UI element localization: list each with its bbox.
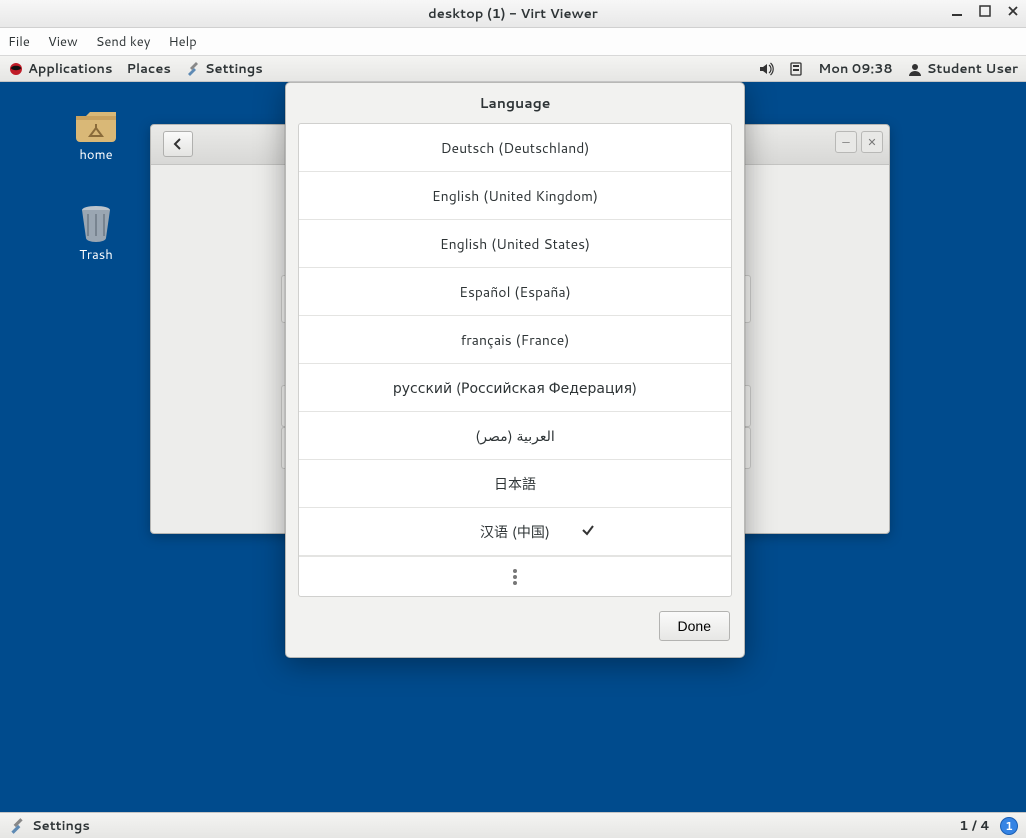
places-menu[interactable]: Places xyxy=(126,60,170,78)
desktop-icon-trash-label: Trash xyxy=(56,246,136,264)
virt-viewer-titlebar: desktop (1) - Virt Viewer xyxy=(0,0,1026,28)
desktop: home Trash — ✕ Language Deutsch (Deutsch… xyxy=(0,82,1026,812)
check-icon xyxy=(581,522,595,542)
language-option-francais[interactable]: français (France) xyxy=(299,316,731,364)
window-close-button[interactable] xyxy=(1006,4,1020,18)
language-option-english-uk[interactable]: English (United Kingdom) xyxy=(299,172,731,220)
ellipsis-icon xyxy=(513,575,517,579)
battery-indicator[interactable] xyxy=(788,61,804,77)
redhat-icon xyxy=(8,61,24,77)
clock[interactable]: Mon 09:38 xyxy=(818,60,893,78)
language-dialog: Language Deutsch (Deutschland) English (… xyxy=(285,82,745,658)
desktop-icon-home-label: home xyxy=(56,146,136,164)
desktop-icon-home[interactable]: home xyxy=(56,102,136,164)
language-option-chinese[interactable]: 汉语 (中国) xyxy=(299,508,731,556)
taskbar-item-label: Settings xyxy=(32,817,90,835)
language-option-english-us[interactable]: English (United States) xyxy=(299,220,731,268)
applications-label: Applications xyxy=(28,60,112,78)
volume-icon xyxy=(758,61,774,77)
workspace-indicator[interactable]: 1 xyxy=(1000,817,1018,835)
menu-view[interactable]: View xyxy=(48,33,78,51)
more-languages-button[interactable] xyxy=(299,556,731,596)
chevron-left-icon xyxy=(171,137,185,151)
language-list: Deutsch (Deutschland) English (United Ki… xyxy=(298,123,732,597)
settings-app-menu[interactable]: Settings xyxy=(185,60,263,78)
taskbar-item-settings[interactable]: Settings xyxy=(8,817,90,835)
user-menu[interactable]: Student User xyxy=(907,60,1018,78)
settings-app-label: Settings xyxy=(205,60,263,78)
window-maximize-button[interactable] xyxy=(978,4,992,18)
language-option-arabic[interactable]: العربية (مصر) xyxy=(299,412,731,460)
language-option-russian[interactable]: русский (Российская Федерация) xyxy=(299,364,731,412)
virt-viewer-title: desktop (1) - Virt Viewer xyxy=(428,5,598,23)
virt-viewer-menubar: File View Send key Help xyxy=(0,28,1026,56)
volume-indicator[interactable] xyxy=(758,61,774,77)
back-button[interactable] xyxy=(163,131,193,157)
language-option-deutsch[interactable]: Deutsch (Deutschland) xyxy=(299,124,731,172)
trash-icon xyxy=(72,202,120,242)
workspace-label[interactable]: 1 / 4 xyxy=(959,817,990,835)
window-minimize-button[interactable] xyxy=(950,4,964,18)
bg-window-minimize[interactable]: — xyxy=(835,131,857,153)
gnome-top-panel: Applications Places Settings Mon 09:38 S… xyxy=(0,56,1026,82)
menu-help[interactable]: Help xyxy=(168,33,196,51)
menu-sendkey[interactable]: Send key xyxy=(96,33,151,51)
tools-icon xyxy=(185,61,201,77)
language-option-espanol[interactable]: Español (España) xyxy=(299,268,731,316)
power-icon xyxy=(907,61,923,77)
desktop-icon-trash[interactable]: Trash xyxy=(56,202,136,264)
language-option-japanese[interactable]: 日本語 xyxy=(299,460,731,508)
server-icon xyxy=(788,61,804,77)
applications-menu[interactable]: Applications xyxy=(8,60,112,78)
clock-label: Mon 09:38 xyxy=(818,60,893,78)
bg-window-close[interactable]: ✕ xyxy=(861,131,883,153)
dialog-title: Language xyxy=(286,83,744,123)
user-label: Student User xyxy=(927,60,1018,78)
menu-file[interactable]: File xyxy=(8,33,30,51)
folder-home-icon xyxy=(72,102,120,142)
tools-icon xyxy=(8,817,26,835)
gnome-bottom-panel: Settings 1 / 4 1 xyxy=(0,812,1026,838)
done-button[interactable]: Done xyxy=(659,611,730,641)
places-label: Places xyxy=(126,60,170,78)
